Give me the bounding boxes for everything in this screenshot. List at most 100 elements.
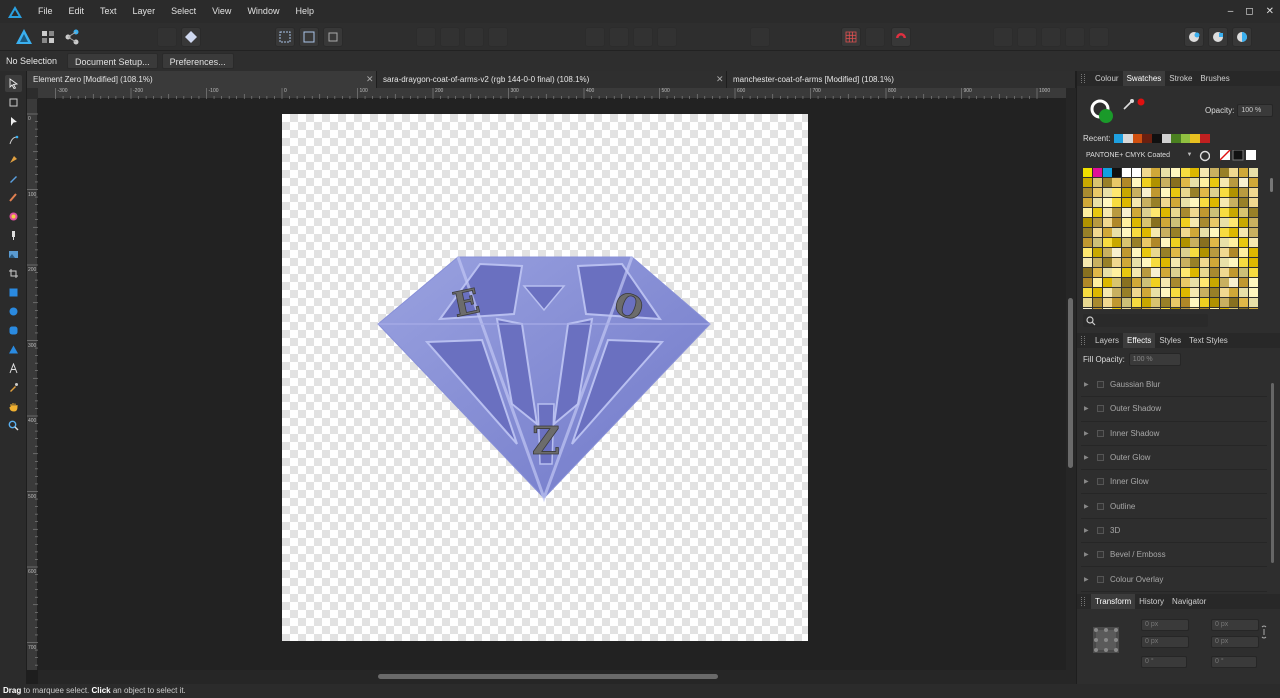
swatch[interactable] xyxy=(1083,168,1093,178)
recent-swatch[interactable] xyxy=(1151,134,1162,143)
swatch[interactable] xyxy=(1112,277,1122,288)
swatch[interactable] xyxy=(1248,307,1258,309)
swatch[interactable] xyxy=(1190,177,1200,188)
swatch[interactable] xyxy=(1239,287,1249,298)
expand-icon[interactable]: ▶ xyxy=(1081,430,1091,437)
share-icon[interactable] xyxy=(1184,27,1204,47)
palette-options-icon[interactable] xyxy=(1199,150,1210,162)
tab-stroke[interactable]: Stroke xyxy=(1165,71,1196,86)
swatch[interactable] xyxy=(1161,197,1171,208)
rounded-rectangle-tool-icon[interactable] xyxy=(5,322,22,339)
tab-navigator[interactable]: Navigator xyxy=(1168,594,1210,609)
swatch[interactable] xyxy=(1092,207,1102,218)
swatch[interactable] xyxy=(1112,187,1122,198)
effect-inner-glow[interactable]: ▶ Inner Glow xyxy=(1081,470,1267,495)
menu-view[interactable]: View xyxy=(204,0,239,23)
swatch[interactable] xyxy=(1122,287,1132,298)
swatch[interactable] xyxy=(1190,287,1200,298)
swatch[interactable] xyxy=(1131,287,1141,298)
swatch[interactable] xyxy=(1219,307,1229,309)
swatch[interactable] xyxy=(1200,267,1210,278)
swatch[interactable] xyxy=(1180,237,1190,248)
transform-w-input[interactable]: 0 px xyxy=(1211,619,1259,631)
swatch[interactable] xyxy=(1190,307,1200,309)
swatch[interactable] xyxy=(1248,207,1258,218)
swatch[interactable] xyxy=(1170,168,1180,178)
expand-icon[interactable]: ▶ xyxy=(1081,576,1091,583)
swatch[interactable] xyxy=(1209,247,1219,258)
swatch[interactable] xyxy=(1161,227,1171,238)
swatch[interactable] xyxy=(1239,227,1249,238)
swatch-scroll-thumb[interactable] xyxy=(1270,178,1273,192)
swatch-scrollbar[interactable] xyxy=(1269,170,1274,310)
swatch[interactable] xyxy=(1161,168,1171,178)
swatch[interactable] xyxy=(1219,257,1229,268)
swatch[interactable] xyxy=(1151,247,1161,258)
swatch[interactable] xyxy=(1131,207,1141,218)
swatch[interactable] xyxy=(1092,247,1102,258)
tab-manchester[interactable]: ✕ manchester-coat-of-arms [Modified] (10… xyxy=(716,71,1076,88)
current-colour-dot[interactable] xyxy=(1137,98,1145,106)
swatch[interactable] xyxy=(1112,257,1122,268)
pencil-tool-icon[interactable] xyxy=(5,170,22,187)
canvas-area[interactable]: E O Z xyxy=(38,99,1076,670)
fill-opacity-input[interactable]: 100 % xyxy=(1128,353,1181,366)
swatch[interactable] xyxy=(1248,177,1258,188)
swatch[interactable] xyxy=(1141,247,1151,258)
swatch[interactable] xyxy=(1161,217,1171,228)
swatch[interactable] xyxy=(1161,267,1171,278)
swatch[interactable] xyxy=(1151,257,1161,268)
swatch[interactable] xyxy=(1190,197,1200,208)
tab-sara-draygon[interactable]: ✕ sara-draygon-coat-of-arms-v2 (rgb 144-… xyxy=(366,71,727,88)
fill-tool-icon[interactable] xyxy=(5,208,22,225)
swatch[interactable] xyxy=(1200,287,1210,298)
expand-icon[interactable]: ▶ xyxy=(1081,381,1091,388)
swatch[interactable] xyxy=(1248,267,1258,278)
swatch[interactable] xyxy=(1102,267,1112,278)
swatch[interactable] xyxy=(1209,307,1219,309)
swatch[interactable] xyxy=(1170,227,1180,238)
swatch[interactable] xyxy=(1209,187,1219,198)
swatch[interactable] xyxy=(1248,277,1258,288)
swatch[interactable] xyxy=(1209,287,1219,298)
swatch[interactable] xyxy=(1083,257,1093,268)
swatch[interactable] xyxy=(1219,168,1229,178)
menu-help[interactable]: Help xyxy=(287,0,322,23)
color-picker-tool-icon[interactable] xyxy=(5,379,22,396)
document-setup-button[interactable]: Document Setup... xyxy=(67,53,158,69)
swatch[interactable] xyxy=(1200,207,1210,218)
swatch[interactable] xyxy=(1161,207,1171,218)
swatch[interactable] xyxy=(1248,227,1258,238)
menu-file[interactable]: File xyxy=(30,0,61,23)
swatch[interactable] xyxy=(1083,177,1093,188)
swatch[interactable] xyxy=(1229,237,1239,248)
menu-window[interactable]: Window xyxy=(239,0,287,23)
recent-swatch[interactable] xyxy=(1180,134,1191,143)
swatch[interactable] xyxy=(1092,287,1102,298)
boolean-intersect-icon[interactable] xyxy=(1041,27,1061,47)
swatch[interactable] xyxy=(1219,277,1229,288)
swatch[interactable] xyxy=(1131,307,1141,309)
swatch[interactable] xyxy=(1131,227,1141,238)
swatch[interactable] xyxy=(1200,187,1210,198)
tab-colour[interactable]: Colour xyxy=(1091,71,1123,86)
swatch[interactable] xyxy=(1083,277,1093,288)
horizontal-scroll-thumb[interactable] xyxy=(378,674,718,679)
effect-outer-glow[interactable]: ▶ Outer Glow xyxy=(1081,446,1267,471)
swatch[interactable] xyxy=(1180,277,1190,288)
swatch[interactable] xyxy=(1161,307,1171,309)
swatch[interactable] xyxy=(1092,277,1102,288)
swatch[interactable] xyxy=(1083,297,1093,308)
swatch[interactable] xyxy=(1190,187,1200,198)
move-tool-icon[interactable] xyxy=(5,75,22,92)
effect-bevel-emboss[interactable]: ▶ Bevel / Emboss xyxy=(1081,543,1267,568)
swatch[interactable] xyxy=(1170,277,1180,288)
point-transform-tool-icon[interactable] xyxy=(5,132,22,149)
swatch[interactable] xyxy=(1122,168,1132,178)
swatch[interactable] xyxy=(1200,197,1210,208)
swatch[interactable] xyxy=(1180,227,1190,238)
swatch[interactable] xyxy=(1170,237,1180,248)
effect-colour-overlay[interactable]: ▶ Colour Overlay xyxy=(1081,567,1267,592)
swatch[interactable] xyxy=(1102,168,1112,178)
tab-element-zero[interactable]: Element Zero [Modified] (108.1%) xyxy=(27,71,377,88)
